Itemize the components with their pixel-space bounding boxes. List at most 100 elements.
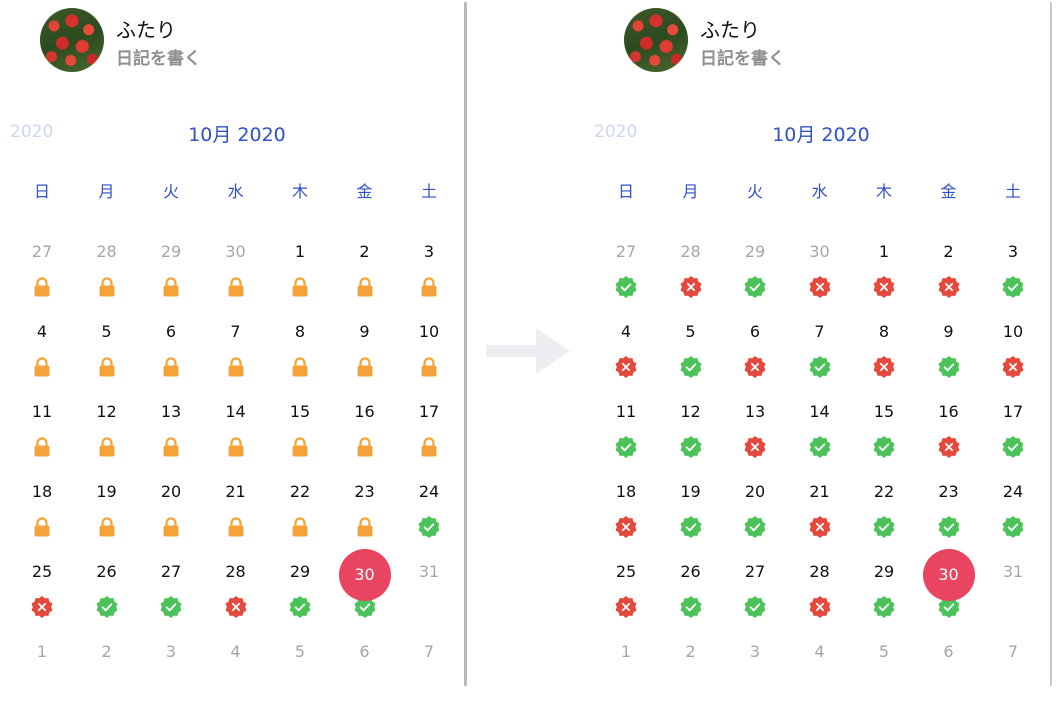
calendar-day[interactable]: 14 — [204, 400, 268, 480]
day-number: 3 — [165, 642, 177, 661]
calendar-day[interactable]: 4 — [788, 640, 852, 720]
calendar-day[interactable]: 1 — [852, 240, 916, 320]
calendar-day[interactable]: 7 — [204, 320, 268, 400]
day-number: 26 — [96, 562, 117, 581]
calendar-day[interactable]: 1 — [268, 240, 332, 320]
calendar-day[interactable]: 26 — [659, 560, 723, 640]
calendar-day[interactable]: 21 — [204, 480, 268, 560]
calendar-day[interactable]: 4 — [204, 640, 268, 720]
calendar-day[interactable]: 20 — [139, 480, 203, 560]
calendar-day[interactable]: 30 — [917, 549, 981, 640]
calendar-day[interactable]: 30 — [204, 240, 268, 320]
calendar-day[interactable]: 27 — [10, 240, 74, 320]
calendar-day[interactable]: 10 — [981, 320, 1045, 400]
day-number: 5 — [101, 322, 112, 341]
calendar-day[interactable]: 28 — [204, 560, 268, 640]
calendar-day[interactable]: 30 — [788, 240, 852, 320]
calendar-day[interactable]: 28 — [788, 560, 852, 640]
calendar-day[interactable]: 29 — [723, 240, 787, 320]
write-diary-link[interactable]: 日記を書く — [700, 44, 785, 69]
calendar-day[interactable]: 23 — [917, 480, 981, 560]
calendar-day[interactable]: 8 — [268, 320, 332, 400]
calendar-day[interactable]: 11 — [594, 400, 658, 480]
calendar-day[interactable]: 11 — [10, 400, 74, 480]
calendar-day[interactable]: 13 — [139, 400, 203, 480]
day-number: 17 — [418, 402, 440, 421]
calendar-day[interactable]: 7 — [397, 640, 461, 720]
check-badge-icon — [680, 516, 702, 538]
today-day-number: 30 — [922, 549, 975, 601]
calendar-day[interactable]: 31 — [981, 560, 1045, 640]
lock-icon — [225, 356, 247, 378]
calendar-day[interactable]: 2 — [75, 640, 139, 720]
calendar-day[interactable]: 17 — [397, 400, 461, 480]
calendar-day[interactable]: 27 — [139, 560, 203, 640]
calendar-day[interactable]: 27 — [723, 560, 787, 640]
calendar-day[interactable]: 23 — [333, 480, 397, 560]
calendar-day[interactable]: 28 — [75, 240, 139, 320]
day-number: 7 — [230, 322, 241, 341]
calendar-day[interactable]: 31 — [397, 560, 461, 640]
avatar[interactable] — [624, 8, 688, 72]
calendar-day[interactable]: 18 — [10, 480, 74, 560]
calendar-day[interactable]: 2 — [659, 640, 723, 720]
calendar-day[interactable]: 20 — [723, 480, 787, 560]
calendar-day[interactable]: 30 — [333, 549, 397, 640]
day-number: 12 — [96, 402, 117, 421]
calendar-day[interactable]: 17 — [981, 400, 1045, 480]
calendar-day[interactable]: 1 — [594, 640, 658, 720]
calendar-day[interactable]: 5 — [659, 320, 723, 400]
calendar-day[interactable]: 29 — [139, 240, 203, 320]
cross-badge-icon — [31, 596, 53, 618]
calendar-day[interactable]: 3 — [397, 240, 461, 320]
calendar-day[interactable]: 16 — [917, 400, 981, 480]
calendar-day[interactable]: 5 — [852, 640, 916, 720]
calendar-day[interactable]: 25 — [594, 560, 658, 640]
calendar-day[interactable]: 6 — [723, 320, 787, 400]
calendar-day[interactable]: 2 — [917, 240, 981, 320]
avatar[interactable] — [40, 8, 104, 72]
calendar-day[interactable]: 27 — [594, 240, 658, 320]
calendar-day[interactable]: 7 — [788, 320, 852, 400]
calendar-day[interactable]: 12 — [75, 400, 139, 480]
write-diary-link[interactable]: 日記を書く — [116, 44, 201, 69]
calendar-day[interactable]: 22 — [268, 480, 332, 560]
calendar-day[interactable]: 16 — [333, 400, 397, 480]
calendar-day[interactable]: 6 — [917, 640, 981, 720]
calendar-day[interactable]: 4 — [594, 320, 658, 400]
calendar-day[interactable]: 24 — [981, 480, 1045, 560]
calendar-day[interactable]: 3 — [723, 640, 787, 720]
calendar-day[interactable]: 2 — [333, 240, 397, 320]
calendar-day[interactable]: 4 — [10, 320, 74, 400]
calendar-day[interactable]: 1 — [10, 640, 74, 720]
calendar-day[interactable]: 9 — [333, 320, 397, 400]
calendar-day[interactable]: 18 — [594, 480, 658, 560]
day-number: 31 — [1002, 562, 1024, 581]
day-number: 9 — [359, 322, 370, 341]
calendar-day[interactable]: 8 — [852, 320, 916, 400]
calendar-day[interactable]: 24 — [397, 480, 461, 560]
calendar-day[interactable]: 3 — [139, 640, 203, 720]
calendar-day[interactable]: 5 — [268, 640, 332, 720]
calendar-day[interactable]: 7 — [981, 640, 1045, 720]
calendar-day[interactable]: 14 — [788, 400, 852, 480]
calendar-day[interactable]: 5 — [75, 320, 139, 400]
calendar-day[interactable]: 10 — [397, 320, 461, 400]
calendar-day[interactable]: 19 — [659, 480, 723, 560]
calendar-day[interactable]: 13 — [723, 400, 787, 480]
calendar-day[interactable]: 6 — [333, 640, 397, 720]
calendar-day[interactable]: 21 — [788, 480, 852, 560]
calendar-day[interactable]: 9 — [917, 320, 981, 400]
calendar-day[interactable]: 29 — [852, 560, 916, 640]
calendar-day[interactable]: 22 — [852, 480, 916, 560]
calendar-day[interactable]: 3 — [981, 240, 1045, 320]
calendar-day[interactable]: 15 — [852, 400, 916, 480]
calendar-day[interactable]: 28 — [659, 240, 723, 320]
calendar-day[interactable]: 19 — [75, 480, 139, 560]
calendar-day[interactable]: 26 — [75, 560, 139, 640]
calendar-day[interactable]: 15 — [268, 400, 332, 480]
calendar-day[interactable]: 29 — [268, 560, 332, 640]
calendar-day[interactable]: 12 — [659, 400, 723, 480]
calendar-day[interactable]: 6 — [139, 320, 203, 400]
calendar-day[interactable]: 25 — [10, 560, 74, 640]
